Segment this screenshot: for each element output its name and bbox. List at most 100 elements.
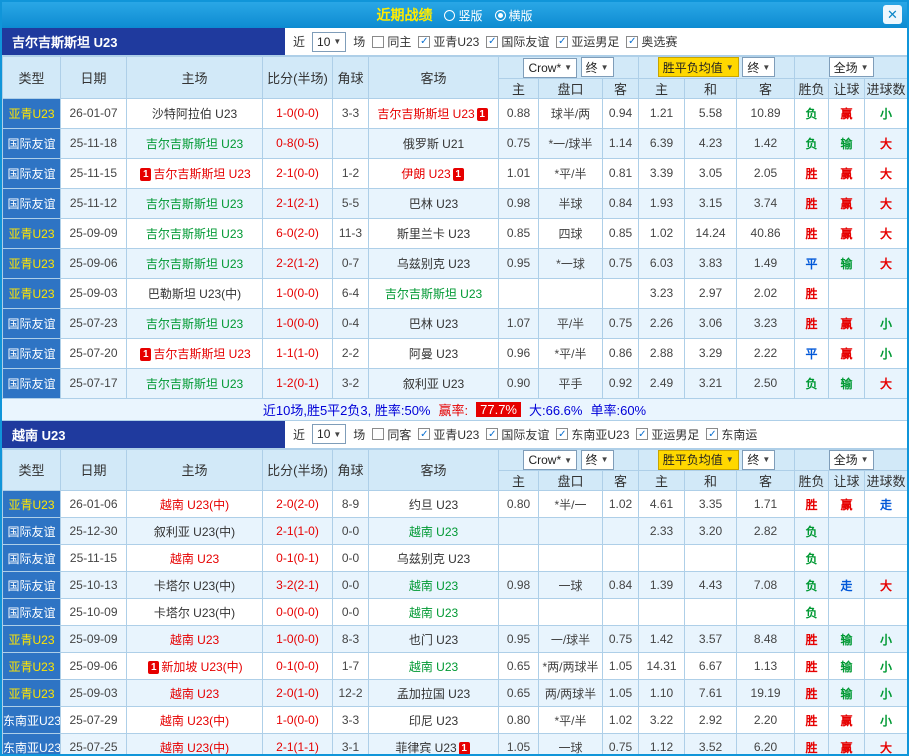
- result-goals: [865, 278, 908, 308]
- result-goals: 小: [865, 338, 908, 368]
- away-team: 越南 U23: [369, 653, 499, 680]
- odds-away: 0.81: [603, 158, 639, 188]
- sub-column-header: 胜负: [795, 78, 829, 98]
- checkbox-checked-icon: ✓: [556, 428, 568, 440]
- page-title: 近期战绩: [376, 5, 432, 25]
- column-header: 主场: [127, 449, 263, 491]
- sub-column-header: 主: [499, 471, 539, 491]
- corners: 0-4: [333, 308, 369, 338]
- avg-home: 2.49: [639, 368, 685, 398]
- wdl-average-dropdown[interactable]: 胜平负均值▼: [658, 57, 739, 77]
- away-team: 吉尔吉斯斯坦 U231: [369, 98, 499, 128]
- filter-checkbox-5[interactable]: ✓东南运: [706, 426, 757, 443]
- match-row: 国际友谊 25-12-30 叙利亚 U23(中) 2-1(1-0) 0-0 越南…: [3, 518, 908, 545]
- filter-checkbox-0[interactable]: 同主: [372, 33, 411, 50]
- filter-checkbox-2[interactable]: ✓国际友谊: [486, 33, 549, 50]
- sub-column-header: 客: [737, 78, 795, 98]
- avg-away: [737, 545, 795, 572]
- handicap: [539, 545, 603, 572]
- match-count-dropdown[interactable]: 10▼: [312, 32, 346, 52]
- match-type: 亚青U23: [3, 98, 61, 128]
- result-goals: 大: [865, 572, 908, 599]
- filter-checkbox-3[interactable]: ✓东南亚U23: [556, 426, 629, 443]
- result-wdl: 负: [795, 599, 829, 626]
- company-dropdown[interactable]: Crow*▼: [523, 58, 577, 78]
- avg-draw: 7.61: [685, 680, 737, 707]
- corners: 0-7: [333, 248, 369, 278]
- match-date: 25-11-15: [61, 545, 127, 572]
- final-odds-dropdown[interactable]: 终▼: [581, 450, 614, 470]
- filter-checkbox-3[interactable]: ✓亚运男足: [556, 33, 619, 50]
- handicap: 四球: [539, 218, 603, 248]
- odds-home: 0.80: [499, 707, 539, 734]
- result-handicap: 赢: [829, 734, 865, 756]
- corners: 2-2: [333, 338, 369, 368]
- section-header: 吉尔吉斯斯坦 U23 近 10▼ 场 同主✓亚青U23✓国际友谊✓亚运男足✓奥选…: [2, 28, 907, 56]
- odds-away: 0.84: [603, 572, 639, 599]
- avg-home: 3.39: [639, 158, 685, 188]
- wdl-average-dropdown[interactable]: 胜平负均值▼: [658, 450, 739, 470]
- final-odds-dropdown[interactable]: 终▼: [581, 57, 614, 77]
- filter-checkbox-4[interactable]: ✓亚运男足: [636, 426, 699, 443]
- avg-away: 7.08: [737, 572, 795, 599]
- filter-checkbox-0[interactable]: 同客: [372, 426, 411, 443]
- result-handicap: [829, 518, 865, 545]
- away-team: 乌兹别克 U23: [369, 248, 499, 278]
- result-wdl: 胜: [795, 158, 829, 188]
- chevron-down-icon: ▼: [726, 455, 734, 464]
- red-card-icon: 1: [140, 348, 151, 361]
- fulltime-dropdown[interactable]: 全场▼: [829, 57, 874, 77]
- filter-checkbox-4[interactable]: ✓奥选赛: [626, 33, 677, 50]
- corners: 12-2: [333, 680, 369, 707]
- company-dropdown[interactable]: Crow*▼: [523, 450, 577, 470]
- score: 6-0(2-0): [263, 218, 333, 248]
- layout-radio-horizontal[interactable]: 横版: [495, 7, 533, 24]
- fulltime-dropdown[interactable]: 全场▼: [829, 450, 874, 470]
- odds-home: 0.95: [499, 626, 539, 653]
- avg-draw: 3.06: [685, 308, 737, 338]
- sub-column-header: 客: [603, 471, 639, 491]
- match-date: 25-10-13: [61, 572, 127, 599]
- dropdown-value: 全场: [834, 59, 858, 76]
- odds-home: 0.65: [499, 680, 539, 707]
- odds-home: [499, 545, 539, 572]
- close-icon[interactable]: ✕: [883, 5, 902, 24]
- odds-away: 1.05: [603, 680, 639, 707]
- match-row: 国际友谊 25-07-23 吉尔吉斯斯坦 U23 1-0(0-0) 0-4 巴林…: [3, 308, 908, 338]
- filter-bar: 近 10▼ 场 同主✓亚青U23✓国际友谊✓亚运男足✓奥选赛: [285, 28, 907, 55]
- dropdown-value: 终: [586, 451, 598, 468]
- result-goals: 小: [865, 653, 908, 680]
- avg-away: 2.05: [737, 158, 795, 188]
- avg-away: 1.49: [737, 248, 795, 278]
- odds-away: 0.75: [603, 626, 639, 653]
- sub-column-header: 主: [499, 78, 539, 98]
- red-card-icon: 1: [459, 742, 470, 755]
- avg-away: 3.23: [737, 308, 795, 338]
- corners: 8-3: [333, 626, 369, 653]
- match-type: 亚青U23: [3, 680, 61, 707]
- away-team: 吉尔吉斯斯坦 U23: [369, 278, 499, 308]
- result-wdl: 胜: [795, 218, 829, 248]
- match-date: 25-11-15: [61, 158, 127, 188]
- match-type: 国际友谊: [3, 545, 61, 572]
- result-wdl: 负: [795, 545, 829, 572]
- sub-column-header: 让球: [829, 471, 865, 491]
- filter-checkbox-2[interactable]: ✓国际友谊: [486, 426, 549, 443]
- checkbox-unchecked-icon: [372, 36, 384, 48]
- filter-checkbox-1[interactable]: ✓亚青U23: [418, 426, 479, 443]
- corners: 3-3: [333, 707, 369, 734]
- result-handicap: 赢: [829, 218, 865, 248]
- chevron-down-icon: ▼: [564, 63, 572, 72]
- filter-checkbox-1[interactable]: ✓亚青U23: [418, 33, 479, 50]
- home-team: 越南 U23: [127, 626, 263, 653]
- final-average-dropdown[interactable]: 终▼: [742, 57, 775, 77]
- odds-home: [499, 599, 539, 626]
- result-goals: 大: [865, 248, 908, 278]
- final-average-dropdown[interactable]: 终▼: [742, 450, 775, 470]
- home-team: 1新加坡 U23(中): [127, 653, 263, 680]
- odds-home: 0.95: [499, 248, 539, 278]
- odds-home: 0.98: [499, 188, 539, 218]
- match-count-dropdown[interactable]: 10▼: [312, 424, 346, 444]
- score: 2-1(1-0): [263, 518, 333, 545]
- layout-radio-vertical[interactable]: 竖版: [444, 7, 482, 24]
